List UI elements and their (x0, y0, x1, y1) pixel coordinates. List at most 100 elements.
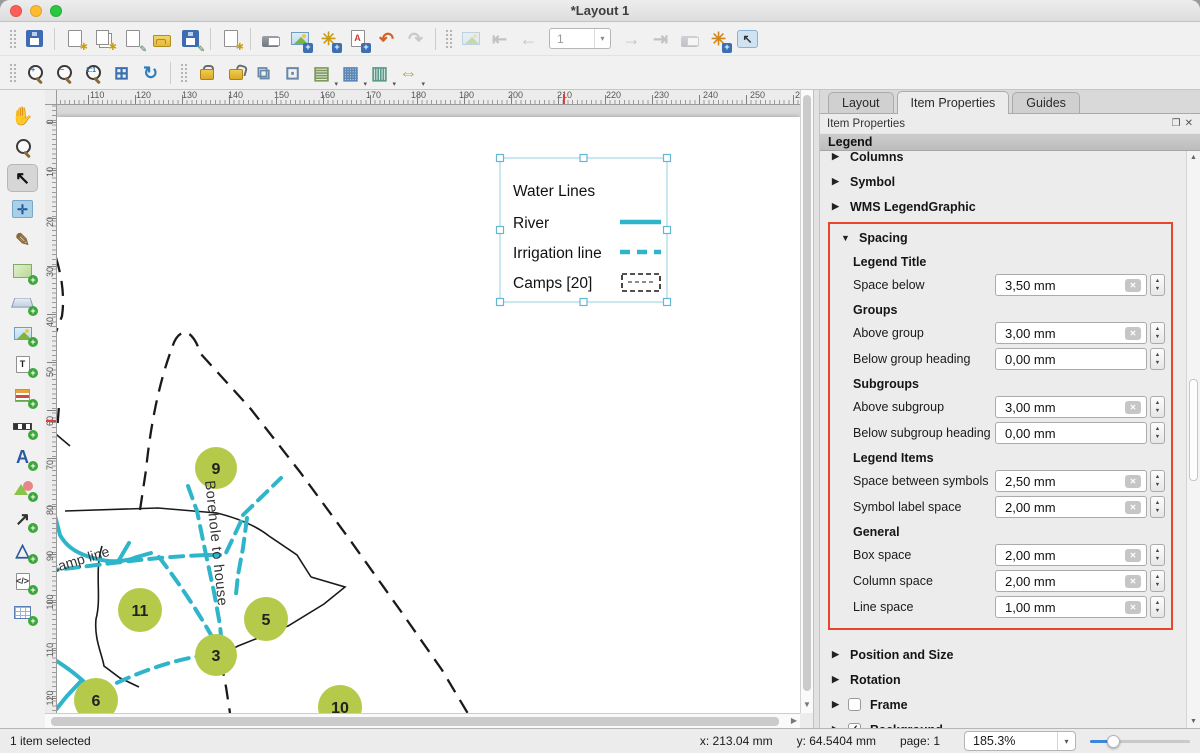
spinner-buttons[interactable]: ▲▼ (1150, 570, 1165, 592)
panel-splitter[interactable] (813, 90, 820, 728)
tab-item-properties[interactable]: Item Properties (897, 91, 1010, 114)
tab-layout[interactable]: Layout (828, 92, 894, 113)
new-layout-button[interactable]: ✱ ▾ (61, 25, 88, 53)
spinner-buttons[interactable]: ▲▼ (1150, 348, 1165, 370)
undo-button[interactable]: ↶ ▾ (373, 25, 400, 53)
close-panel-icon[interactable]: ✕ (1185, 118, 1193, 129)
load-from-template-button[interactable]: ▾ (148, 25, 175, 53)
add-picture-button[interactable]: + (7, 319, 38, 347)
atlas-first-feature-button[interactable]: ⇤ ▾ (486, 25, 513, 53)
float-panel-icon[interactable]: ❐ (1172, 118, 1181, 129)
align-selected-items-button[interactable]: ▦ ▾ (337, 59, 364, 87)
chevron-down-icon[interactable]: ▾ (1057, 732, 1075, 750)
clear-value-icon[interactable]: ✕ (1125, 279, 1141, 292)
resize-items-button[interactable]: ⇔ ▾ (395, 59, 422, 87)
zoom-full-extent-button[interactable]: ⊞ (108, 59, 135, 87)
vertical-scrollbar[interactable]: ▼ (800, 90, 813, 713)
raise-selected-items-button[interactable]: ▤ ▾ (308, 59, 335, 87)
below-group-heading-input[interactable]: 0,00 mm ✕ (995, 348, 1147, 370)
clear-value-icon[interactable]: ✕ (1125, 549, 1141, 562)
zoom-slider[interactable] (1090, 734, 1190, 749)
layout-canvas[interactable]: 9 11 5 3 6 10 camp line Borehole to hous… (57, 105, 800, 713)
section-position-and-size[interactable]: ▶ Position and Size (820, 642, 1186, 667)
print-atlas-button[interactable]: ▾ (676, 25, 703, 53)
clear-value-icon[interactable]: ✕ (1125, 475, 1141, 488)
export-as-image-button[interactable]: + ▾ (286, 25, 313, 53)
unlock-all-items-button[interactable] (221, 59, 248, 87)
line-space-input[interactable]: 1,00 mm ✕ (995, 596, 1147, 618)
save-as-template-button[interactable]: ✎ ▾ (177, 25, 204, 53)
symbol-label-space-input[interactable]: 2,00 mm ✕ (995, 496, 1147, 518)
add-items-from-template-button[interactable]: ✱ ▾ (217, 25, 244, 53)
clear-value-icon[interactable]: ✕ (1125, 601, 1141, 614)
space-between-symbols-input[interactable]: 2,50 mm ✕ (995, 470, 1147, 492)
atlas-last-feature-button[interactable]: ⇥ ▾ (647, 25, 674, 53)
edit-nodes-item-tool[interactable]: ✎ (7, 226, 38, 254)
horizontal-scrollbar-thumb[interactable] (51, 717, 779, 726)
atlas-previous-feature-button[interactable]: ← ▾ (515, 25, 542, 53)
clear-value-icon[interactable]: ✕ (1125, 575, 1141, 588)
add-arrow-button[interactable]: ↗ + (7, 505, 38, 533)
section-rotation[interactable]: ▶ Rotation (820, 667, 1186, 692)
clear-value-icon[interactable]: ✕ (1125, 327, 1141, 340)
export-atlas-as-image-button[interactable]: ✳ + ▾ (705, 25, 732, 53)
section-symbol[interactable]: ▶ Symbol (820, 169, 1186, 194)
section-columns[interactable]: ▶ Columns (820, 151, 1186, 169)
export-as-pdf-button[interactable]: A + ▾ (344, 25, 371, 53)
spinner-buttons[interactable]: ▲▼ (1150, 422, 1165, 444)
add-3d-map-button[interactable]: + (7, 288, 38, 316)
atlas-next-feature-button[interactable]: → ▾ (618, 25, 645, 53)
section-frame[interactable]: ▶ ✓ Frame (820, 692, 1186, 717)
column-space-input[interactable]: 2,00 mm ✕ (995, 570, 1147, 592)
layout-manager-button[interactable]: ✎ ▾ (119, 25, 146, 53)
map-item[interactable]: 9 11 5 3 6 10 camp line Borehole to hous… (57, 105, 800, 713)
scroll-down-icon[interactable]: ▼ (1187, 718, 1200, 725)
vertical-scrollbar-thumb[interactable] (803, 95, 811, 691)
spinner-buttons[interactable]: ▲▼ (1150, 470, 1165, 492)
horizontal-scrollbar[interactable]: ▶ (45, 713, 800, 728)
add-label-button[interactable]: T + (7, 350, 38, 378)
minimize-window-button[interactable] (30, 5, 42, 17)
spinner-buttons[interactable]: ▲▼ (1150, 396, 1165, 418)
above-subgroup-input[interactable]: 3,00 mm ✕ (995, 396, 1147, 418)
clear-value-icon[interactable]: ✕ (1125, 401, 1141, 414)
chevron-down-icon[interactable]: ▾ (594, 29, 610, 48)
scroll-down-icon[interactable]: ▼ (801, 700, 813, 709)
above-group-input[interactable]: 3,00 mm ✕ (995, 322, 1147, 344)
lock-selected-items-button[interactable] (192, 59, 219, 87)
ungroup-items-button[interactable]: ⊡ (279, 59, 306, 87)
atlas-page-value[interactable]: 1▾ (549, 28, 611, 49)
zoom-slider-thumb[interactable] (1107, 735, 1120, 748)
zoom-in-button[interactable]: + (21, 59, 48, 87)
box-space-input[interactable]: 2,00 mm ✕ (995, 544, 1147, 566)
spinner-buttons[interactable]: ▲▼ (1150, 596, 1165, 618)
print-button[interactable]: ▾ (257, 25, 284, 53)
pan-layout-tool[interactable]: ✋ (7, 102, 38, 130)
zoom-window-button[interactable] (50, 5, 62, 17)
distribute-items-button[interactable]: ▥ ▾ (366, 59, 393, 87)
add-north-arrow-button[interactable]: A + (7, 443, 38, 471)
atlas-page-combobox[interactable]: 1▾ (544, 25, 616, 53)
add-scalebar-button[interactable]: + (7, 412, 38, 440)
zoom-tool[interactable] (7, 133, 38, 161)
add-legend-button[interactable]: + (7, 381, 38, 409)
redo-button[interactable]: ↷ ▾ (402, 25, 429, 53)
spinner-buttons[interactable]: ▲▼ (1150, 544, 1165, 566)
zoom-out-button[interactable]: − (50, 59, 77, 87)
spinner-buttons[interactable]: ▲▼ (1150, 274, 1165, 296)
add-attribute-table-button[interactable]: + (7, 598, 38, 626)
select-move-item-tool[interactable]: ↖ (7, 164, 38, 192)
close-window-button[interactable] (10, 5, 22, 17)
atlas-settings-button[interactable]: ▾ (457, 25, 484, 53)
tab-guides[interactable]: Guides (1012, 92, 1080, 113)
add-map-button[interactable]: + (7, 257, 38, 285)
move-item-content-tool[interactable]: ✛ (7, 195, 38, 223)
add-html-button[interactable]: </> + (7, 567, 38, 595)
panel-scrollbar[interactable]: ▲ ▼ (1186, 151, 1200, 728)
spinner-buttons[interactable]: ▲▼ (1150, 322, 1165, 344)
section-spacing[interactable]: ▼ Spacing (834, 226, 1165, 250)
zoom-level-combobox[interactable]: 185.3% ▾ (964, 731, 1076, 751)
save-project-button[interactable]: ▾ (21, 25, 48, 53)
section-wms-legendgraphic[interactable]: ▶ WMS LegendGraphic (820, 194, 1186, 219)
add-node-item-button[interactable]: △ + (7, 536, 38, 564)
